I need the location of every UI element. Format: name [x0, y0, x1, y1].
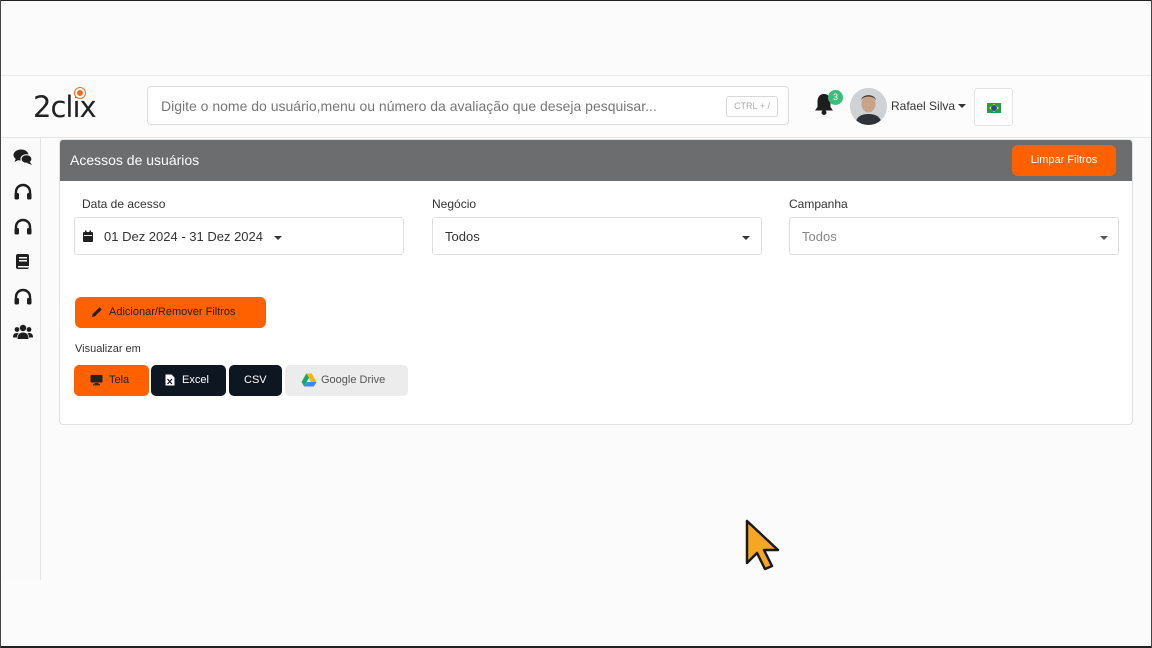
users-icon[interactable]	[13, 323, 33, 341]
add-remove-filters-button[interactable]: Adicionar/Remover Filtros	[75, 297, 266, 328]
campaign-filter-label: Campanha	[789, 197, 848, 211]
business-select-value: Todos	[445, 229, 480, 244]
mouse-pointer-icon	[745, 519, 781, 571]
user-menu-caret-icon[interactable]	[958, 104, 966, 108]
logo-text: 2clix	[33, 90, 97, 124]
export-csv-button[interactable]: CSV	[229, 365, 282, 396]
frame-top-border	[0, 0, 1152, 1]
excel-file-icon	[165, 374, 175, 386]
user-name[interactable]: Rafael Silva	[891, 99, 955, 113]
app-logo[interactable]: 2clix	[33, 88, 105, 126]
sidebar	[0, 138, 41, 580]
date-range-value: 01 Dez 2024 - 31 Dez 2024	[104, 229, 263, 244]
add-remove-filters-label: Adicionar/Remover Filtros	[109, 306, 236, 318]
campaign-select-value: Todos	[802, 229, 837, 244]
date-range-picker[interactable]: 01 Dez 2024 - 31 Dez 2024	[74, 217, 404, 255]
panel-title: Acessos de usuários	[70, 152, 200, 168]
clear-filters-button[interactable]: Limpar Filtros	[1012, 145, 1116, 176]
headset-icon[interactable]	[13, 183, 33, 201]
chevron-down-icon	[274, 236, 282, 240]
export-excel-button[interactable]: Excel	[151, 365, 226, 396]
business-select[interactable]: Todos	[432, 217, 762, 255]
view-screen-button[interactable]: Tela	[74, 365, 149, 396]
chevron-down-icon	[1100, 236, 1108, 240]
export-csv-label: CSV	[244, 374, 267, 386]
book-icon[interactable]	[13, 253, 33, 271]
search-shortcut-hint: CTRL + /	[726, 96, 778, 117]
notifications-count-badge: 3	[828, 90, 843, 105]
global-search-input[interactable]: Digite o nome do usuário,menu ou número …	[147, 86, 789, 125]
pencil-icon	[91, 306, 103, 318]
export-excel-label: Excel	[182, 374, 209, 386]
panel-header: Acessos de usuários Limpar Filtros	[60, 140, 1132, 181]
user-avatar[interactable]	[850, 88, 887, 125]
chat-icon[interactable]	[13, 148, 33, 166]
brazil-flag-icon	[987, 103, 1001, 113]
language-selector-button[interactable]	[974, 88, 1013, 126]
monitor-icon	[90, 374, 103, 386]
export-google-drive-label: Google Drive	[321, 374, 386, 386]
view-screen-label: Tela	[109, 374, 130, 386]
date-filter-label: Data de acesso	[82, 197, 166, 211]
headset-icon[interactable]	[13, 288, 33, 306]
business-filter-label: Negócio	[432, 197, 477, 211]
chevron-down-icon	[742, 236, 750, 240]
campaign-select[interactable]: Todos	[789, 217, 1119, 255]
logo-dot-icon	[75, 88, 85, 98]
view-in-label: Visualizar em	[75, 343, 141, 355]
frame-left-border	[0, 0, 1, 648]
search-placeholder: Digite o nome do usuário,menu ou número …	[161, 98, 657, 114]
google-drive-icon	[301, 373, 317, 387]
calendar-icon	[82, 230, 94, 243]
export-google-drive-button[interactable]: Google Drive	[285, 365, 408, 396]
user-access-panel: Acessos de usuários Limpar Filtros Data …	[59, 139, 1133, 425]
headset-icon[interactable]	[13, 218, 33, 236]
